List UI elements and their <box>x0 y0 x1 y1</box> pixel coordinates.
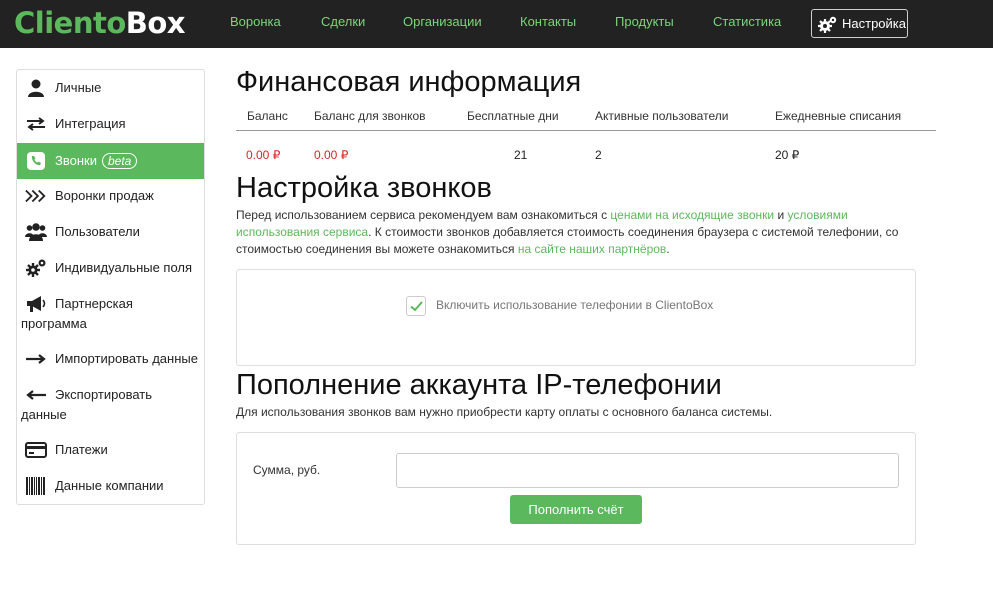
calls-text-4: стоимостью соединения вы можете ознакоми… <box>236 242 518 256</box>
sidebar-item-custom-fields[interactable]: Индивидуальные поля <box>17 258 204 278</box>
sidebar-item-calls[interactable]: Звонки beta <box>17 143 204 179</box>
calls-text-2: и <box>774 208 788 222</box>
chevrons-right-icon <box>25 186 47 206</box>
app-logo[interactable]: ClientoBox <box>14 6 186 40</box>
user-icon <box>25 78 47 98</box>
header-daily-charges: Ежедневные списания <box>775 109 902 123</box>
sidebar-item-payments[interactable]: Платежи <box>17 440 204 460</box>
sidebar-item-personal[interactable]: Личные <box>17 78 204 98</box>
sidebar-item-label: Интеграция <box>55 116 126 131</box>
sidebar-item-label-line2: программа <box>21 316 87 331</box>
sidebar-item-company-data[interactable]: Данные компании <box>17 476 204 496</box>
sidebar-item-export-data[interactable]: Экспортировать данные <box>17 385 204 425</box>
logo-text-box: Box <box>125 6 186 40</box>
sidebar-item-label: Партнерская <box>55 296 133 311</box>
barcode-icon <box>25 476 47 496</box>
nav-products[interactable]: Продукты <box>615 15 674 29</box>
terms-link-part2[interactable]: использования сервиса <box>236 225 368 239</box>
sidebar-item-label: Воронки продаж <box>55 188 154 203</box>
sidebar-item-label: Платежи <box>55 442 108 457</box>
sidebar-item-label: Пользователи <box>55 224 140 239</box>
nav-statistics[interactable]: Статистика <box>713 15 781 29</box>
gears-icon <box>25 258 47 278</box>
settings-sidebar: Личные Интеграция Звонки beta Воронки про… <box>16 69 205 505</box>
sidebar-item-users[interactable]: Пользователи <box>17 222 204 242</box>
calls-text-5: . <box>666 242 670 256</box>
telephony-checkbox-label[interactable]: Включить использование телефонии в Clien… <box>436 298 713 312</box>
sidebar-item-label: Личные <box>55 80 102 95</box>
settings-button[interactable]: Настройка <box>811 9 908 38</box>
calls-label-text: Звонки <box>55 153 97 168</box>
sidebar-item-import-data[interactable]: Импортировать данные <box>17 349 204 369</box>
partners-site-link[interactable]: на сайте наших партнёров <box>518 242 666 256</box>
checkmark-icon <box>409 300 423 311</box>
table-divider <box>236 130 936 131</box>
users-icon <box>25 222 47 242</box>
value-daily-charges: 20 ₽ <box>775 148 800 162</box>
telephony-checkbox[interactable] <box>406 296 426 316</box>
settings-label: Настройка <box>842 16 906 31</box>
sidebar-item-partner-program[interactable]: Партнерская программа <box>17 294 204 334</box>
logo-text-cliento: Cliento <box>14 6 126 40</box>
value-call-balance: 0.00 ₽ <box>314 148 349 162</box>
topup-description: Для использования звонков вам нужно прио… <box>236 405 773 419</box>
amount-input[interactable] <box>396 453 899 488</box>
header-free-days: Бесплатные дни <box>467 109 559 123</box>
topup-title: Пополнение аккаунта IP-телефонии <box>236 369 722 401</box>
value-active-users: 2 <box>595 148 602 162</box>
calls-info-text: Перед использованием сервиса рекомендуем… <box>236 207 936 258</box>
nav-organizations[interactable]: Организации <box>403 15 482 29</box>
header-balance: Баланс <box>247 109 288 123</box>
sidebar-item-integration[interactable]: Интеграция <box>17 114 204 134</box>
call-prices-link[interactable]: ценами на исходящие звонки <box>610 208 774 222</box>
value-free-days: 21 <box>514 148 528 162</box>
calls-text-1: Перед использованием сервиса рекомендуем… <box>236 208 611 222</box>
sidebar-item-label-line2: данные <box>21 407 67 422</box>
topup-panel <box>236 432 916 545</box>
sidebar-item-label: Экспортировать <box>55 387 152 402</box>
top-navbar: ClientoBox Воронка Сделки Организации Ко… <box>0 0 993 48</box>
sidebar-item-label: Звонки beta <box>55 151 138 171</box>
calls-text-3: . К стоимости звонков добавляется стоимо… <box>368 225 899 239</box>
sidebar-item-label: Индивидуальные поля <box>55 260 193 275</box>
topup-button[interactable]: Пополнить счёт <box>510 495 642 524</box>
terms-link-part1[interactable]: условиями <box>788 208 848 222</box>
nav-deals[interactable]: Сделки <box>321 15 365 29</box>
nav-funnel[interactable]: Воронка <box>230 15 281 29</box>
megaphone-icon <box>25 294 47 314</box>
sidebar-item-sales-funnels[interactable]: Воронки продаж <box>17 186 204 206</box>
header-call-balance: Баланс для звонков <box>314 109 426 123</box>
credit-card-icon <box>25 440 47 460</box>
arrows-exchange-icon <box>25 114 47 134</box>
sidebar-item-label: Данные компании <box>55 478 164 493</box>
amount-label: Сумма, руб. <box>253 463 321 477</box>
finance-title: Финансовая информация <box>236 66 582 98</box>
calls-settings-title: Настройка звонков <box>236 172 492 204</box>
beta-badge: beta <box>101 153 138 169</box>
telephony-panel <box>236 269 916 366</box>
header-active-users: Активные пользователи <box>595 109 729 123</box>
nav-contacts[interactable]: Контакты <box>520 15 576 29</box>
arrow-left-icon <box>25 385 47 405</box>
value-balance: 0.00 ₽ <box>246 148 281 162</box>
phone-icon <box>25 151 47 171</box>
arrow-right-icon <box>25 349 47 369</box>
sidebar-item-label: Импортировать данные <box>55 351 198 366</box>
gears-icon <box>818 16 837 33</box>
